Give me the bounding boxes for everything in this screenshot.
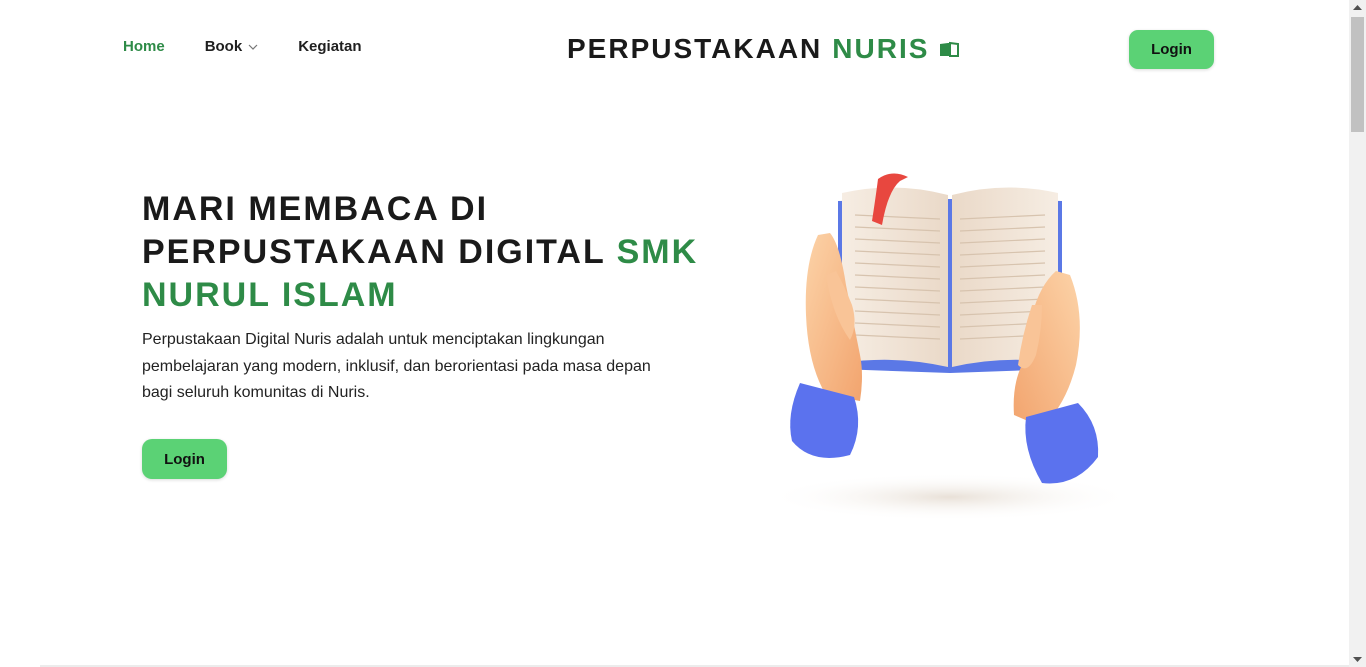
reading-hands-illustration (765, 173, 1135, 521)
site-logo[interactable]: PERPUSTAKAAN NURIS (567, 33, 960, 65)
brand-name: PERPUSTAKAAN (567, 33, 823, 64)
nav-kegiatan[interactable]: Kegiatan (298, 38, 361, 55)
nav-book-dropdown[interactable]: Book (205, 38, 259, 55)
hero-title: MARI MEMBACA DI PERPUSTAKAAN DIGITAL SMK… (142, 188, 702, 317)
nav-book-label: Book (204, 38, 243, 55)
book-open-icon (940, 41, 960, 57)
hero-login-button[interactable]: Login (142, 439, 227, 479)
header-login-button[interactable]: Login (1129, 30, 1214, 69)
brand-accent: NURIS (832, 33, 930, 64)
vertical-scrollbar[interactable] (1349, 0, 1366, 667)
nav-home[interactable]: Home (123, 38, 165, 55)
scroll-up-arrow-icon[interactable] (1349, 0, 1366, 17)
chevron-down-icon (248, 44, 258, 50)
hero-title-line1: MARI MEMBACA DI (142, 190, 489, 228)
page: Home Book Kegiatan PERPUSTAKAAN NURIS Lo… (0, 0, 1349, 667)
scroll-down-arrow-icon[interactable] (1349, 650, 1366, 667)
hero-title-highlight-1: SMK (616, 233, 699, 271)
scrollbar-thumb[interactable] (1351, 17, 1364, 132)
hero-description: Perpustakaan Digital Nuris adalah untuk … (142, 331, 651, 401)
hero-title-highlight-2: NURUL ISLAM (142, 276, 398, 314)
hero-title-line2: PERPUSTAKAAN DIGITAL (142, 233, 617, 271)
main-nav: Home Book Kegiatan (123, 38, 362, 55)
